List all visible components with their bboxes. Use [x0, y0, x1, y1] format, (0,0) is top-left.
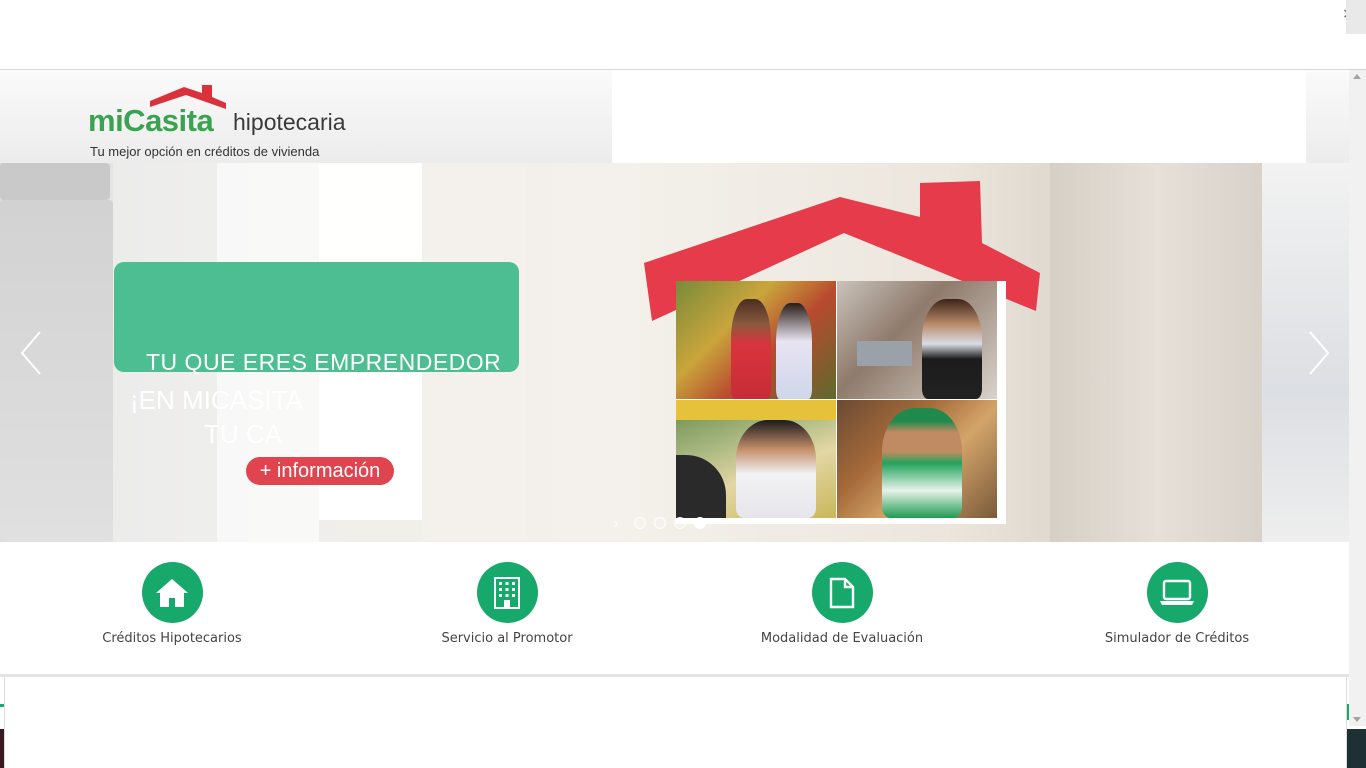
slider-dot-active[interactable] — [694, 517, 706, 529]
logo-brand-suffix: hipotecaria — [233, 109, 346, 135]
document-icon — [811, 562, 873, 623]
vertical-scrollbar[interactable] — [1349, 70, 1366, 726]
taxi-driver-photo — [676, 400, 836, 518]
window-corner — [1346, 0, 1366, 34]
top-bar: × — [0, 0, 1366, 70]
site-header: miCasita hipotecaria Tu mejor opción en … — [0, 71, 1349, 165]
laptop-icon — [1146, 562, 1208, 623]
slide-subheadline-2: TU CA — [204, 419, 282, 449]
photo-collage — [676, 281, 1006, 524]
hero-slider: TU QUE ERES EMPRENDEDOR ¡EN MICASITA TU … — [0, 163, 1349, 542]
prev-slide-arrow[interactable] — [16, 328, 46, 378]
slider-dot[interactable]: › — [614, 517, 626, 529]
edge-accent — [0, 729, 4, 768]
scroll-down-icon[interactable] — [1353, 717, 1361, 722]
slider-pagination: › — [614, 517, 706, 529]
home-icon — [141, 562, 203, 623]
background-blur — [0, 163, 110, 200]
scroll-up-icon[interactable] — [1353, 74, 1361, 79]
slide-subheadline: ¡EN MICASITA — [130, 385, 303, 415]
logo-tagline: Tu mejor opción en créditos de vivienda — [90, 144, 320, 159]
more-info-button[interactable]: + información — [246, 457, 394, 485]
slider-dot[interactable] — [634, 517, 646, 529]
content-panel — [4, 677, 1347, 768]
edge-accent — [0, 704, 4, 707]
next-slide-arrow[interactable] — [1304, 328, 1334, 378]
background-pillar — [1050, 163, 1265, 542]
service-simulador-creditos[interactable]: Simulador de Créditos — [1077, 562, 1277, 646]
service-label: Servicio al Promotor — [441, 631, 573, 646]
header-banner-area — [612, 71, 1306, 165]
logo-brand-name: miCasita — [88, 103, 214, 138]
service-servicio-promotor[interactable]: Servicio al Promotor — [407, 562, 607, 646]
service-label: Modalidad de Evaluación — [760, 631, 924, 646]
slide-headline: TU QUE ERES EMPRENDEDOR — [146, 349, 502, 375]
slider-dot[interactable] — [674, 517, 686, 529]
fruit-vendor-photo — [676, 281, 836, 399]
building-icon — [476, 562, 538, 623]
service-label: Simulador de Créditos — [1104, 631, 1250, 646]
service-label: Créditos Hipotecarios — [102, 631, 242, 646]
service-modalidad-evaluacion[interactable]: Modalidad de Evaluación — [742, 562, 942, 646]
services-row: Créditos Hipotecarios Servicio al Promot… — [0, 542, 1349, 674]
service-creditos-hipotecarios[interactable]: Créditos Hipotecarios — [72, 562, 272, 646]
page: × miCasita hipotecaria Tu mejor opción e… — [0, 0, 1366, 768]
shopkeeper-photo — [837, 400, 997, 518]
transition-tile — [319, 379, 422, 459]
micasita-logo[interactable]: miCasita hipotecaria Tu mejor opción en … — [88, 79, 368, 159]
butcher-photo — [837, 281, 997, 399]
slider-dot[interactable] — [654, 517, 666, 529]
edge-accent — [1347, 729, 1366, 768]
